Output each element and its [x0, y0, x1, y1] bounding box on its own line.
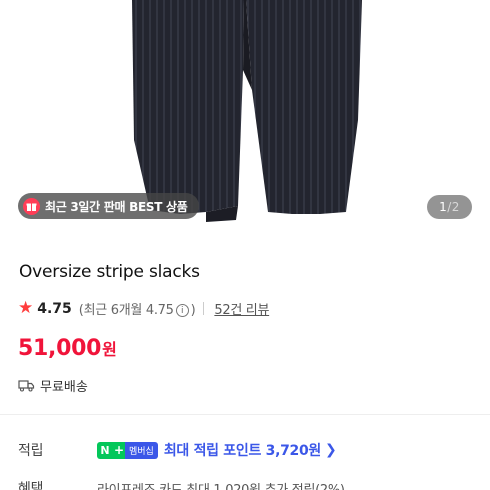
- recent-rating: (최근 6개월 4.75 i): [79, 299, 196, 318]
- points-label: 적립: [18, 443, 44, 459]
- star-icon: ★: [18, 298, 34, 318]
- recent-rating-text: (최근 6개월 4.75: [78, 303, 174, 318]
- price-unit: 원: [102, 340, 117, 359]
- benefit-label: 혜택: [18, 481, 44, 490]
- image-pager: 1/2: [427, 195, 472, 219]
- gift-icon: [23, 197, 40, 215]
- shipping-info: 무료배송: [18, 376, 88, 395]
- points-row[interactable]: N + 멤버십 최대 적립 포인트 3,720원 ❯: [97, 440, 337, 460]
- max-points-text: 최대 적립 포인트 3,720원: [163, 443, 321, 459]
- section-divider: [0, 414, 490, 415]
- benefit-text[interactable]: 라이프레조 카드 최대 1,020원 추가 적립(2%): [97, 479, 345, 490]
- naver-membership-badge: N + 멤버십: [97, 441, 158, 459]
- pager-total: /2: [447, 200, 460, 214]
- info-icon[interactable]: i: [175, 304, 189, 317]
- membership-label: 멤버십: [125, 441, 158, 459]
- rating-row: ★ 4.75 (최근 6개월 4.75 i) 52건 리뷰: [18, 298, 269, 319]
- best-seller-badge: 최근 3일간 판매 BEST 상품: [18, 193, 200, 219]
- rating-score: 4.75: [37, 300, 72, 317]
- divider: [203, 302, 205, 315]
- product-title: Oversize stripe slacks: [19, 262, 200, 282]
- plus-icon: +: [113, 441, 125, 459]
- pager-current: 1: [439, 200, 448, 214]
- reviews-link[interactable]: 52건 리뷰: [214, 299, 269, 318]
- chevron-right-icon: ❯: [325, 442, 337, 458]
- price-value: 51,000: [18, 336, 102, 361]
- shipping-text: 무료배송: [40, 380, 88, 395]
- recent-rating-close: ): [190, 303, 196, 318]
- truck-icon: [18, 380, 35, 392]
- naver-n-icon: N: [97, 441, 113, 459]
- product-page: 최근 3일간 판매 BEST 상품 1/2 Oversize stripe sl…: [0, 0, 490, 490]
- best-seller-text: 최근 3일간 판매 BEST 상품: [45, 199, 188, 214]
- product-image-carousel[interactable]: 최근 3일간 판매 BEST 상품 1/2: [0, 0, 490, 233]
- price: 51,000 원: [18, 336, 117, 361]
